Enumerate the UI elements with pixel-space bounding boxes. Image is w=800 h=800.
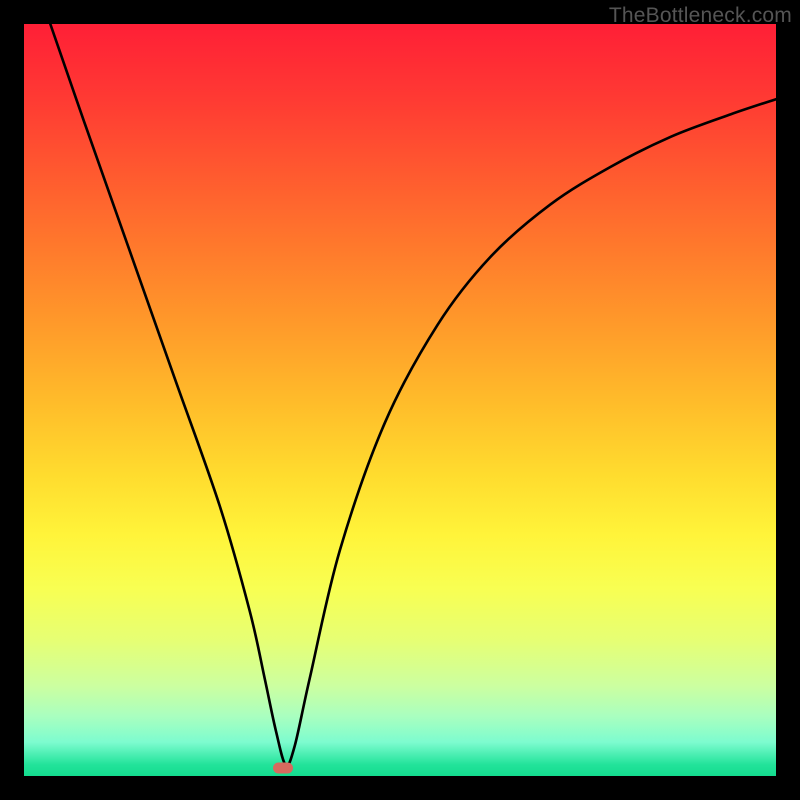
watermark-text: TheBottleneck.com (609, 4, 792, 28)
plot-frame (24, 24, 776, 776)
minimum-marker (273, 763, 293, 774)
bottleneck-curve (24, 24, 776, 776)
